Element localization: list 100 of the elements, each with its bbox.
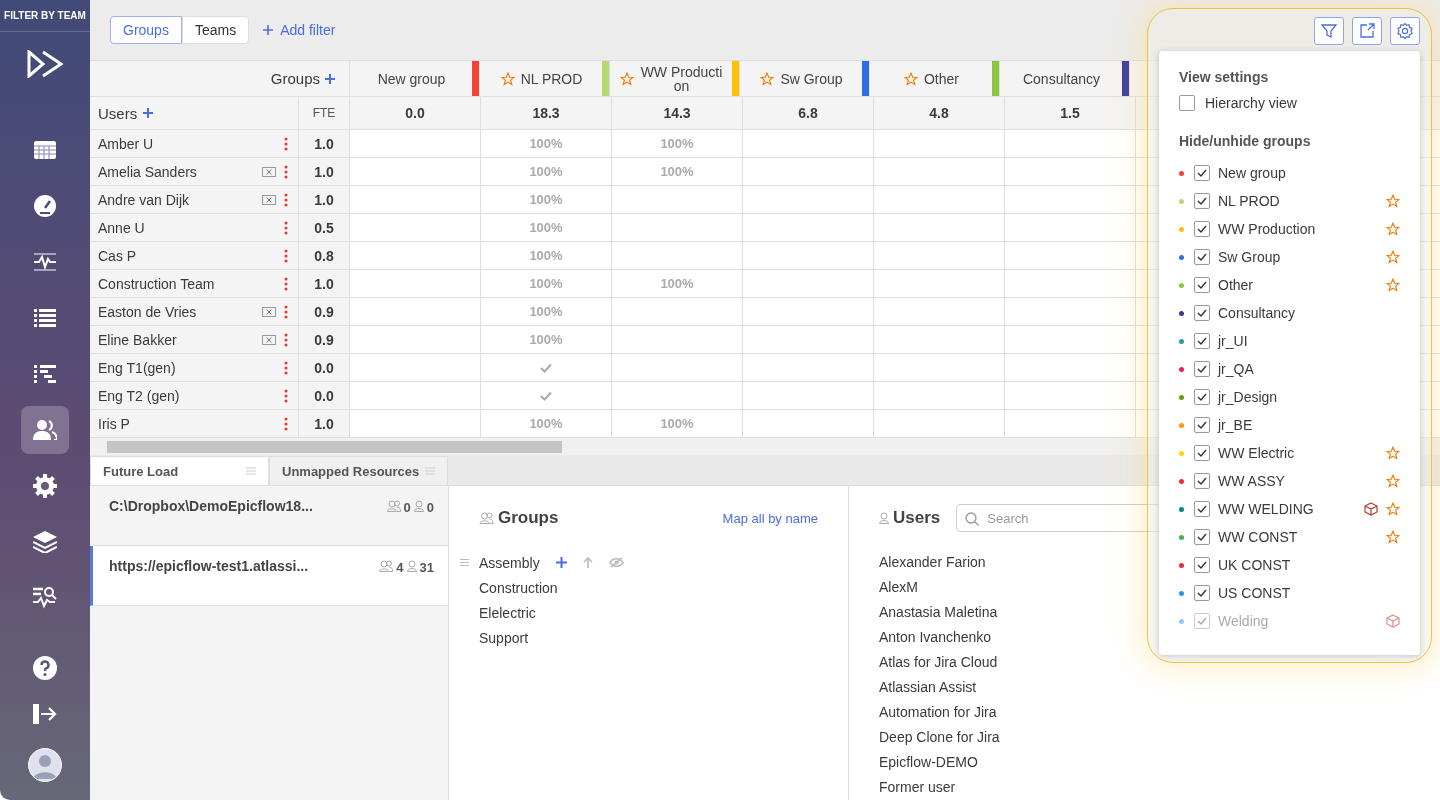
group-name[interactable]: Elelectric	[479, 604, 536, 621]
checkbox[interactable]	[1194, 249, 1210, 265]
cube-icon	[1386, 614, 1400, 628]
star-icon[interactable]	[904, 71, 918, 86]
fte-value: 0.0	[299, 354, 350, 381]
more-icon[interactable]	[284, 416, 288, 431]
map-all-link[interactable]: Map all by name	[722, 510, 818, 526]
star-icon[interactable]	[760, 71, 775, 86]
checkbox[interactable]	[1194, 361, 1210, 377]
settings-icon[interactable]	[33, 474, 57, 498]
checkbox[interactable]	[1194, 221, 1210, 237]
star-icon[interactable]	[1386, 194, 1400, 208]
add-icon[interactable]	[143, 108, 154, 118]
more-icon[interactable]	[284, 136, 288, 151]
star-icon[interactable]	[500, 71, 515, 86]
remove-icon[interactable]	[262, 334, 276, 345]
checkbox[interactable]	[1194, 529, 1210, 545]
checkbox[interactable]	[1194, 305, 1210, 321]
user-item[interactable]: Deep Clone for Jira	[879, 725, 1410, 750]
group-name: jr_QA	[1218, 361, 1255, 377]
user-item[interactable]: Atlassian Assist	[879, 675, 1410, 700]
help-icon[interactable]	[33, 656, 57, 680]
star-icon[interactable]	[1386, 222, 1400, 236]
filter-tab[interactable]: Groups	[110, 16, 182, 44]
group-name: WW CONST	[1218, 529, 1299, 545]
more-icon[interactable]	[284, 332, 288, 347]
more-icon[interactable]	[284, 220, 288, 235]
group-column-header[interactable]: WW Production	[610, 61, 740, 96]
user-item[interactable]: Epicflow-DEMO	[879, 750, 1410, 775]
group-column-header[interactable]: Other	[870, 61, 1000, 96]
fte-value: 1.0	[299, 130, 350, 157]
checkbox[interactable]	[1194, 165, 1210, 181]
checkbox[interactable]	[1194, 417, 1210, 433]
checkbox[interactable]	[1194, 277, 1210, 293]
group-name[interactable]: Construction	[479, 579, 558, 596]
add-icon[interactable]	[325, 73, 335, 84]
panel-tab[interactable]: Unmapped Resources	[269, 456, 448, 485]
user-item[interactable]: Former user	[879, 775, 1410, 800]
user-item[interactable]: Automation for Jira	[879, 700, 1410, 725]
source-item[interactable]: https://epicflow-test1.atlassi... 4 31	[90, 546, 448, 606]
group-column-header[interactable]: Sw Group	[740, 61, 870, 96]
checkbox[interactable]	[1194, 473, 1210, 489]
gantt-icon[interactable]	[34, 365, 56, 383]
logo-icon[interactable]	[27, 50, 63, 78]
add-icon[interactable]	[555, 557, 567, 568]
analytics-icon[interactable]	[33, 587, 57, 609]
pulse-icon[interactable]	[34, 253, 56, 271]
checkbox[interactable]	[1194, 333, 1210, 349]
star-icon[interactable]	[1386, 502, 1400, 516]
layers-icon[interactable]	[33, 531, 57, 553]
user-name: Cas P	[98, 247, 138, 264]
more-icon[interactable]	[284, 360, 288, 375]
group-column-header[interactable]: Consultancy	[1000, 61, 1130, 96]
group-column-header[interactable]: New group	[350, 61, 480, 96]
gauge-icon[interactable]	[34, 195, 56, 217]
star-icon[interactable]	[1386, 250, 1400, 264]
remove-icon[interactable]	[262, 194, 276, 205]
fte-value: 0.9	[299, 298, 350, 325]
cube-icon	[1364, 502, 1378, 516]
list-icon[interactable]	[34, 309, 56, 327]
remove-icon[interactable]	[262, 306, 276, 317]
star-icon[interactable]	[1386, 474, 1400, 488]
filter-tab[interactable]: Teams	[181, 16, 250, 44]
checkbox[interactable]	[1179, 95, 1195, 111]
more-icon[interactable]	[284, 388, 288, 403]
remove-icon[interactable]	[262, 166, 276, 177]
logout-icon[interactable]	[33, 704, 57, 724]
settings-button[interactable]	[1390, 17, 1420, 45]
more-icon[interactable]	[284, 304, 288, 319]
more-icon[interactable]	[284, 248, 288, 263]
checkmark-icon	[1197, 337, 1207, 345]
star-icon[interactable]	[619, 71, 634, 86]
checkbox[interactable]	[1194, 501, 1210, 517]
star-icon[interactable]	[1386, 530, 1400, 544]
fte-value: 0.8	[299, 242, 350, 269]
more-icon[interactable]	[284, 276, 288, 291]
panel-tab[interactable]: Future Load	[90, 456, 269, 485]
export-button[interactable]	[1352, 17, 1382, 45]
more-icon[interactable]	[284, 164, 288, 179]
star-icon[interactable]	[1386, 278, 1400, 292]
checkbox[interactable]	[1194, 389, 1210, 405]
fte-value: 1.0	[299, 186, 350, 213]
checkbox[interactable]	[1194, 585, 1210, 601]
group-name[interactable]: Assembly	[479, 554, 540, 571]
checkbox[interactable]	[1194, 193, 1210, 209]
star-icon[interactable]	[1386, 446, 1400, 460]
checkbox[interactable]	[1194, 445, 1210, 461]
users-icon[interactable]	[33, 420, 57, 440]
allocation-value: 100%	[529, 220, 563, 235]
user-name: Eng T1(gen)	[98, 359, 177, 376]
filter-button[interactable]	[1314, 17, 1344, 45]
group-name[interactable]: Support	[479, 629, 529, 646]
checkbox[interactable]	[1194, 557, 1210, 573]
avatar[interactable]	[28, 748, 62, 782]
add-filter-link[interactable]: Add filter	[263, 22, 336, 38]
user-name: Anne U	[98, 219, 146, 236]
nav-item[interactable]	[21, 406, 69, 454]
group-column-header[interactable]: NL PROD	[480, 61, 610, 96]
more-icon[interactable]	[284, 192, 288, 207]
drag-handle-icon[interactable]	[460, 559, 469, 566]
